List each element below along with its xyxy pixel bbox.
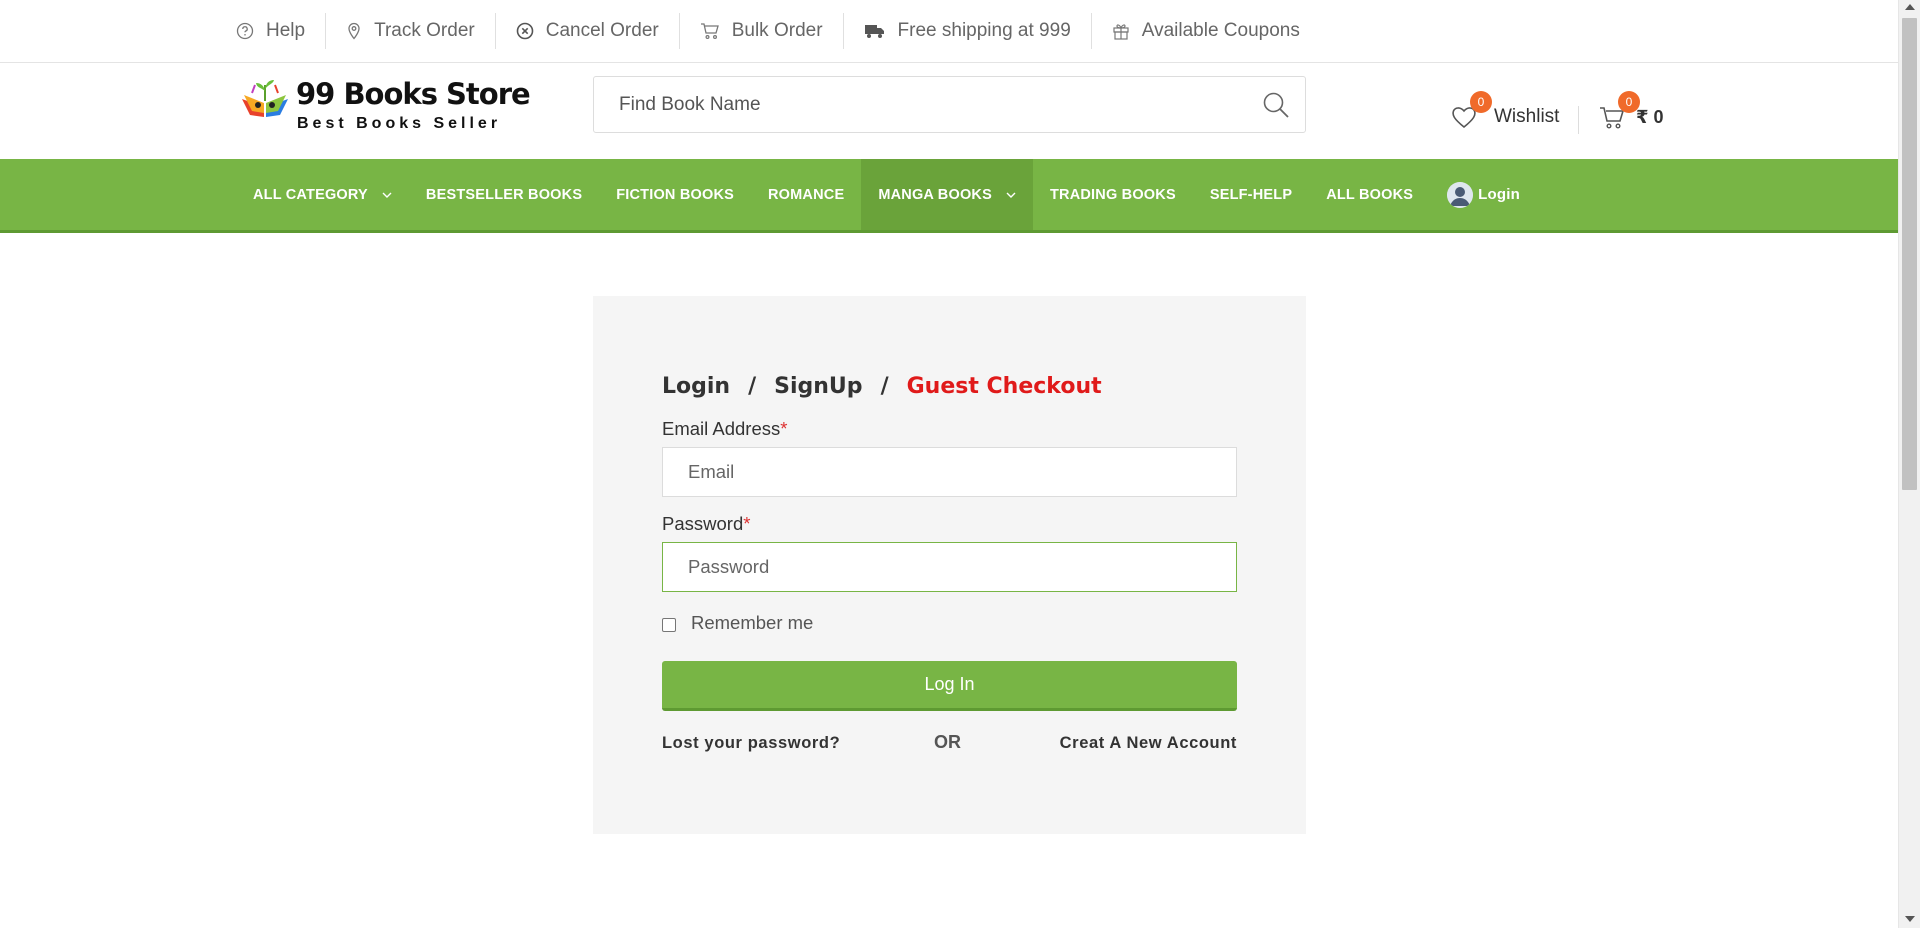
nav-fiction-books[interactable]: FICTION BOOKS [599,159,751,230]
login-button[interactable]: Log In [662,661,1237,711]
cancel-order-label: Cancel Order [545,20,659,41]
required-mark: * [743,513,751,534]
email-label-row: Email Address* [662,418,787,440]
password-label: Password [662,513,744,534]
scroll-down-arrow-icon[interactable] [1905,916,1915,922]
help-label: Help [266,20,306,41]
password-field[interactable] [663,543,1236,591]
auth-links: Lost your password? OR Creat A New Accou… [662,732,1237,758]
remember-me-row[interactable]: Remember me [662,612,813,634]
lost-password-link[interactable]: Lost your password? [662,734,840,753]
tab-guest-checkout[interactable]: Guest Checkout [907,374,1102,399]
cart-count-badge: 0 [1618,91,1640,113]
nav-all-category[interactable]: ALL CATEGORY [236,159,409,230]
nav-login-label: Login [1478,186,1520,203]
scrollbar-thumb[interactable] [1902,18,1917,490]
nav-all-books[interactable]: ALL BOOKS [1309,159,1430,230]
nav-self-help[interactable]: SELF-HELP [1193,159,1309,230]
wishlist-count-badge: 0 [1470,91,1492,113]
search-icon[interactable] [1261,90,1291,120]
create-account-link[interactable]: Creat A New Account [1060,734,1237,753]
password-label-row: Password* [662,513,750,535]
scroll-up-arrow-icon[interactable] [1905,4,1915,10]
required-mark: * [780,418,788,439]
email-field[interactable] [663,448,1236,496]
search-box [593,76,1306,133]
nav-trading-books[interactable]: TRADING BOOKS [1033,159,1193,230]
chevron-down-icon [1006,192,1016,198]
header-divider [1578,106,1579,134]
nav-romance[interactable]: ROMANCE [751,159,861,230]
cart-icon-wrap: 0 [1598,91,1640,131]
nav-bestseller-label: BESTSELLER BOOKS [425,186,583,203]
nav-trading-label: TRADING BOOKS [1049,186,1176,203]
nav-fiction-label: FICTION BOOKS [616,186,734,203]
nav-all-category-label: ALL CATEGORY [253,186,368,203]
remember-me-checkbox[interactable] [662,617,676,632]
password-field-wrap [662,542,1237,592]
tab-separator: / [748,374,757,399]
search-input[interactable] [594,77,1234,132]
bulk-order-link[interactable]: Bulk Order [680,13,844,49]
user-avatar-icon [1447,181,1474,208]
or-divider: OR [934,732,961,752]
location-pin-icon [348,22,360,40]
free-shipping-label: Free shipping at 999 [897,20,1071,41]
books-logo-icon [242,80,288,117]
chevron-down-icon [382,192,392,198]
truck-icon [864,25,884,38]
available-coupons-link[interactable]: Available Coupons [1092,13,1320,49]
cancel-circle-icon [516,22,534,40]
main-nav: ALL CATEGORY BESTSELLER BOOKS FICTION BO… [0,159,1898,233]
nav-romance-label: ROMANCE [768,186,845,203]
tab-login[interactable]: Login [662,374,730,399]
tab-signup[interactable]: SignUp [774,374,862,399]
bulk-order-label: Bulk Order [731,20,823,41]
remember-me-label: Remember me [691,612,814,633]
available-coupons-label: Available Coupons [1141,20,1300,41]
nav-all-books-label: ALL BOOKS [1326,186,1414,203]
gift-icon [1113,24,1129,40]
nav-self-help-label: SELF-HELP [1209,186,1293,203]
email-field-wrap [662,447,1237,497]
nav-login[interactable]: Login [1430,159,1537,230]
email-label: Email Address [662,418,781,439]
wishlist-link[interactable]: 0 Wishlist [1450,91,1560,131]
page-scrollbar[interactable] [1898,0,1920,928]
nav-bestseller-books[interactable]: BESTSELLER BOOKS [409,159,599,230]
cart-total: ₹ 0 [1636,106,1664,127]
free-shipping-info: Free shipping at 999 [844,13,1092,49]
top-utility-bar: Help Track Order Cancel Order Bulk Order… [0,0,1898,63]
auth-tabs: Login / SignUp / Guest Checkout [662,374,1102,399]
tab-separator: / [880,374,889,399]
site-header: 99 Books Store Best Books Seller 0 Wishl… [0,63,1898,159]
wishlist-label: Wishlist [1494,106,1560,127]
help-link[interactable]: Help [236,13,327,49]
track-order-label: Track Order [374,20,475,41]
logo-title: 99 Books Store [296,77,531,111]
cart-link[interactable]: 0 ₹ 0 [1598,91,1664,131]
help-circle-icon [236,22,254,40]
nav-manga-label: MANGA BOOKS [878,186,992,203]
track-order-link[interactable]: Track Order [326,13,496,49]
nav-manga-books[interactable]: MANGA BOOKS [861,159,1033,230]
wishlist-icon-wrap: 0 [1450,91,1492,131]
cart-icon [700,23,719,40]
site-logo[interactable]: 99 Books Store Best Books Seller [240,75,531,137]
logo-subtitle: Best Books Seller [297,115,502,132]
cancel-order-link[interactable]: Cancel Order [496,13,680,49]
login-panel: Login / SignUp / Guest Checkout Email Addres… [593,296,1306,834]
